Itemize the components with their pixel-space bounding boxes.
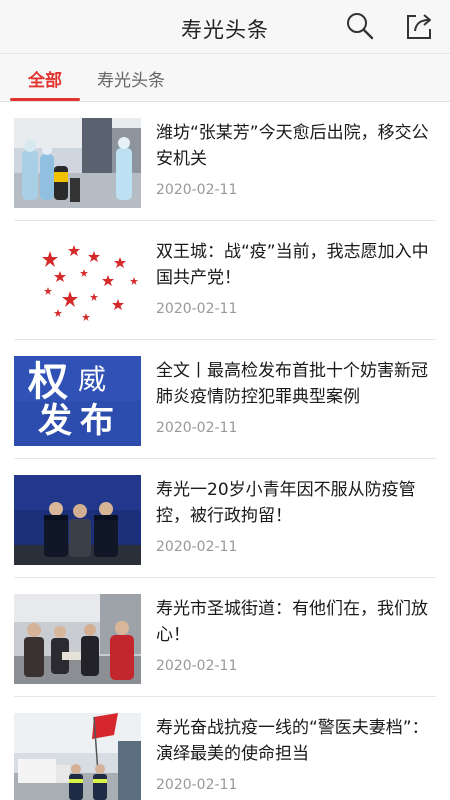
news-thumbnail xyxy=(14,713,141,800)
news-date: 2020-02-11 xyxy=(156,420,238,436)
thumb-text-3: 发 xyxy=(38,401,72,441)
news-title[interactable]: 双王城：战“疫”当前，我志愿加入中国共产党！ xyxy=(156,239,438,291)
news-item[interactable]: 寿光一20岁小青年因不服从防疫管控，被行政拘留！ 2020-02-11 xyxy=(0,459,450,578)
news-item[interactable]: 寿光市圣城街道：有他们在，我们放心！ 2020-02-11 xyxy=(0,578,450,697)
news-item[interactable]: 权 威 发 布 全文丨最高检发布首批十个妨害新冠肺炎疫情防控犯罪典型案例 202… xyxy=(0,340,450,459)
search-icon[interactable] xyxy=(344,10,376,42)
news-item[interactable]: 寿光奋战抗疫一线的“警医夫妻档”：演绎最美的使命担当 2020-02-11 xyxy=(0,697,450,800)
news-title[interactable]: 寿光奋战抗疫一线的“警医夫妻档”：演绎最美的使命担当 xyxy=(156,715,438,767)
thumb-text-4: 布 xyxy=(80,401,114,441)
news-item[interactable]: 双王城：战“疫”当前，我志愿加入中国共产党！ 2020-02-11 xyxy=(0,221,450,340)
tab-all[interactable]: 全部 xyxy=(28,66,62,91)
news-thumbnail: 权 威 发 布 xyxy=(14,356,141,446)
news-date: 2020-02-11 xyxy=(156,182,238,198)
top-bar: 寿光头条 xyxy=(0,0,450,54)
active-tab-indicator xyxy=(10,98,80,101)
news-thumbnail xyxy=(14,237,141,327)
tab-shouguang-headlines[interactable]: 寿光头条 xyxy=(97,66,165,91)
news-title[interactable]: 寿光一20岁小青年因不服从防疫管控，被行政拘留！ xyxy=(156,477,438,529)
category-tabs: 全部 寿光头条 xyxy=(0,54,450,102)
news-thumbnail xyxy=(14,594,141,684)
page-title: 寿光头条 xyxy=(181,18,269,42)
thumb-text-1: 权 xyxy=(28,358,68,405)
news-title[interactable]: 全文丨最高检发布首批十个妨害新冠肺炎疫情防控犯罪典型案例 xyxy=(156,358,438,410)
share-icon[interactable] xyxy=(402,10,434,42)
news-date: 2020-02-11 xyxy=(156,658,238,674)
news-title[interactable]: 寿光市圣城街道：有他们在，我们放心！ xyxy=(156,596,438,648)
news-date: 2020-02-11 xyxy=(156,539,238,555)
news-item[interactable]: 潍坊“张某芳”今天愈后出院，移交公安机关 2020-02-11 xyxy=(0,102,450,221)
news-date: 2020-02-11 xyxy=(156,301,238,317)
news-thumbnail xyxy=(14,475,141,565)
thumb-text-2: 威 xyxy=(78,363,107,396)
news-thumbnail xyxy=(14,118,141,208)
news-date: 2020-02-11 xyxy=(156,777,238,793)
news-title[interactable]: 潍坊“张某芳”今天愈后出院，移交公安机关 xyxy=(156,120,438,172)
